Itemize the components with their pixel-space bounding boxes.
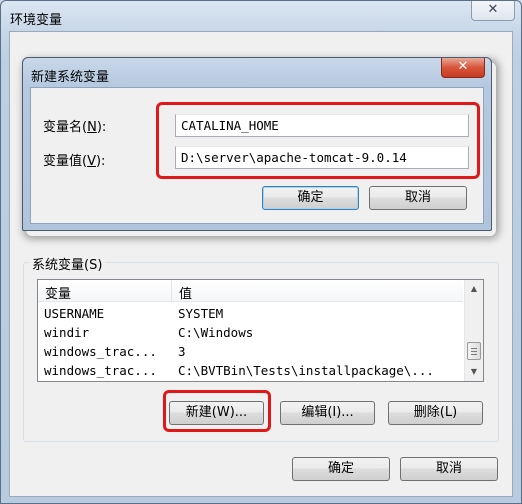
new-button-highlight bbox=[163, 390, 271, 432]
cancel-button[interactable]: 取消 bbox=[400, 457, 498, 481]
scroll-down-icon[interactable]: ▼ bbox=[468, 365, 480, 379]
system-variables-group-label: 系统变量(S) bbox=[29, 254, 106, 273]
dialog-ok-button[interactable]: 确定 bbox=[262, 186, 359, 210]
window-title: 环境变量 bbox=[10, 13, 63, 28]
list-header: 变量 值 bbox=[38, 280, 463, 302]
variable-value: SYSTEM bbox=[178, 306, 224, 321]
delete-variable-button[interactable]: 删除(L) bbox=[388, 401, 483, 425]
variable-name: windows_trac... bbox=[44, 363, 157, 378]
accelerator-key: N bbox=[87, 120, 97, 135]
variable-name: windir bbox=[44, 325, 90, 340]
variable-value-label: 变量值(V): bbox=[43, 150, 105, 169]
variable-value: C:\BVTBin\Tests\installpackage\... bbox=[178, 363, 434, 378]
column-header-variable[interactable]: 变量 bbox=[45, 283, 71, 302]
variable-name-label: 变量名(N): bbox=[43, 116, 106, 135]
label-text: ): bbox=[95, 154, 106, 169]
grip-line bbox=[471, 351, 477, 352]
vertical-scrollbar[interactable]: ▲ ▼ bbox=[464, 280, 483, 381]
grip-line bbox=[471, 348, 477, 349]
scrollbar-thumb[interactable] bbox=[467, 342, 481, 360]
label-text: 变量值( bbox=[43, 154, 88, 169]
dialog-close-button[interactable]: ✕ bbox=[441, 58, 485, 78]
ok-button[interactable]: 确定 bbox=[292, 457, 390, 481]
label-text: 变量名( bbox=[43, 120, 88, 135]
list-item[interactable]: USERNAME SYSTEM bbox=[38, 305, 463, 324]
system-variables-list[interactable]: 变量 值 USERNAME SYSTEM windir C:\Windows w… bbox=[37, 279, 484, 382]
dialog-title: 新建系统变量 bbox=[31, 70, 110, 85]
variable-value: C:\Windows bbox=[178, 325, 254, 340]
variable-name: USERNAME bbox=[44, 306, 105, 321]
list-item[interactable]: windows_trac... 3 bbox=[38, 343, 463, 362]
scroll-up-icon[interactable]: ▲ bbox=[468, 282, 480, 296]
column-header-value[interactable]: 值 bbox=[179, 283, 192, 302]
variable-name: windows_trac... bbox=[44, 344, 157, 359]
window-close-button[interactable]: ✕ bbox=[471, 1, 515, 21]
column-divider[interactable] bbox=[171, 280, 172, 301]
edit-variable-button[interactable]: 编辑(I)... bbox=[280, 401, 375, 425]
close-icon: ✕ bbox=[487, 2, 499, 17]
grip-line bbox=[471, 354, 477, 355]
list-item[interactable]: windows_trac... C:\BVTBin\Tests\installp… bbox=[38, 362, 463, 381]
variable-value: 3 bbox=[178, 344, 186, 359]
label-text: ): bbox=[96, 120, 107, 135]
close-icon: ✕ bbox=[457, 59, 469, 74]
list-item[interactable]: windir C:\Windows bbox=[38, 324, 463, 343]
fields-highlight bbox=[156, 102, 480, 179]
dialog-cancel-button[interactable]: 取消 bbox=[369, 186, 467, 210]
accelerator-key: V bbox=[87, 154, 96, 169]
